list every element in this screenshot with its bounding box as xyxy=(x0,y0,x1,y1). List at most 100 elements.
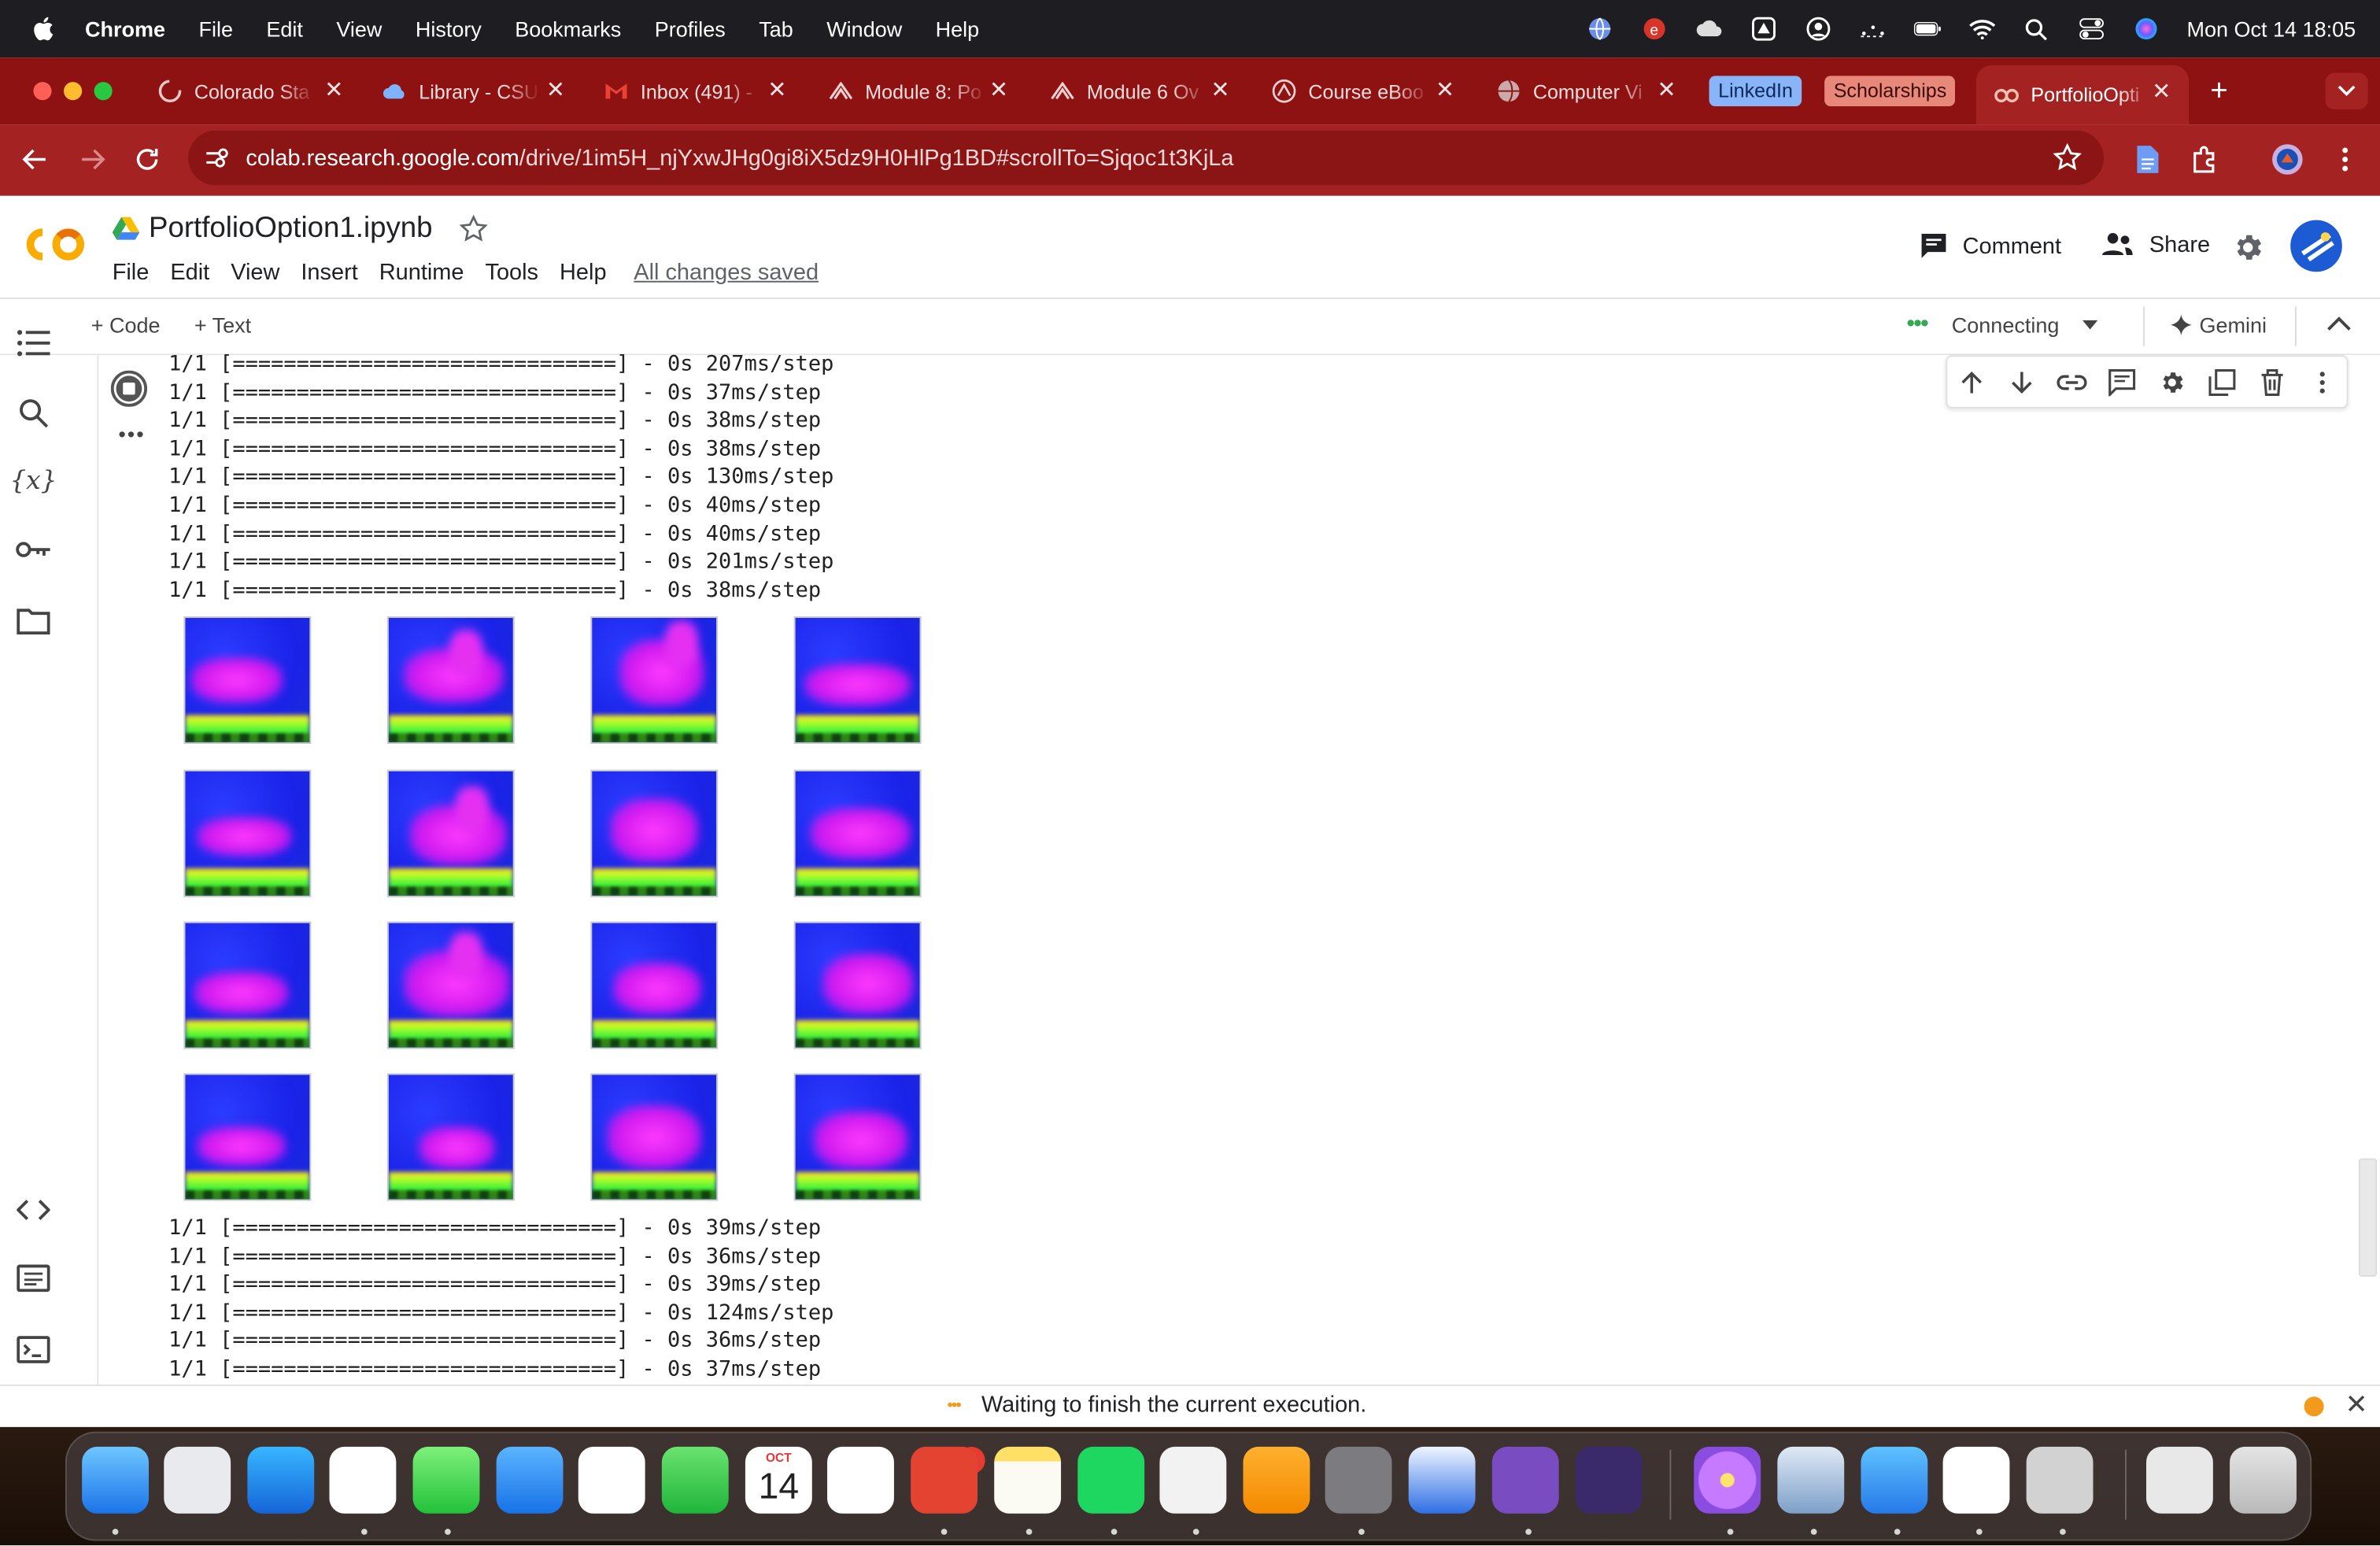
menu-bookmarks[interactable]: Bookmarks xyxy=(515,17,621,41)
docs-extension-button[interactable] xyxy=(2131,142,2164,176)
drive-status-icon[interactable] xyxy=(1750,17,1777,41)
dock-app-spotify[interactable] xyxy=(1077,1446,1145,1514)
mirror-cell-button[interactable] xyxy=(2207,368,2238,398)
dock-app-xcode[interactable] xyxy=(1861,1446,1928,1514)
tab-portfolio-option[interactable]: PortfolioOpti ✕ xyxy=(1975,65,2189,125)
colab-logo-icon[interactable] xyxy=(21,223,88,265)
minimize-window-button[interactable] xyxy=(63,82,83,101)
delete-cell-button[interactable] xyxy=(2257,368,2288,398)
runtime-status-button[interactable]: ••• Connecting xyxy=(1906,312,2098,337)
menu-view[interactable]: View xyxy=(231,260,279,286)
zoom-window-button[interactable] xyxy=(94,82,113,101)
apple-icon[interactable] xyxy=(29,15,57,43)
dock-app-reminders[interactable] xyxy=(827,1446,894,1514)
menu-profiles[interactable]: Profiles xyxy=(655,17,726,41)
menu-edit[interactable]: Edit xyxy=(266,17,303,41)
close-tab-icon[interactable]: ✕ xyxy=(322,78,346,103)
dock-app-system-settings[interactable] xyxy=(1325,1446,1392,1514)
dock-app-mail[interactable] xyxy=(496,1446,564,1514)
account-avatar[interactable] xyxy=(2290,220,2342,272)
tab-inbox[interactable]: Inbox (491) - ✕ xyxy=(604,68,789,114)
clock[interactable]: Mon Oct 14 18:05 xyxy=(2186,17,2356,41)
spotlight-icon[interactable] xyxy=(2023,17,2050,41)
dock-app-pages[interactable] xyxy=(1243,1446,1310,1514)
wifi-icon[interactable] xyxy=(1968,17,1996,41)
globe-status-icon[interactable] xyxy=(1586,17,1613,41)
more-cell-actions-button[interactable] xyxy=(2307,368,2338,398)
close-tab-icon[interactable]: ✕ xyxy=(987,78,1011,103)
menu-window[interactable]: Window xyxy=(826,17,902,41)
cloud-status-icon[interactable] xyxy=(1695,17,1723,41)
dock-app-daisy[interactable] xyxy=(1694,1446,1761,1514)
menu-view[interactable]: View xyxy=(336,17,382,41)
tab-search-button[interactable] xyxy=(2325,72,2368,109)
dock-app-finder[interactable] xyxy=(82,1446,149,1514)
close-window-button[interactable] xyxy=(33,82,52,101)
menu-help[interactable]: Help xyxy=(936,17,980,41)
kernel-busy-indicator[interactable] xyxy=(2304,1396,2324,1417)
close-tab-icon[interactable]: ✕ xyxy=(543,78,567,103)
code-snippets-button[interactable] xyxy=(15,1192,51,1228)
menu-file[interactable]: File xyxy=(198,17,233,41)
close-status-icon[interactable]: ✕ xyxy=(2345,1391,2370,1418)
menu-edit[interactable]: Edit xyxy=(170,260,209,286)
tab-computer-vision[interactable]: Computer Vi ✕ xyxy=(1497,68,1679,114)
gear-icon[interactable] xyxy=(2231,231,2264,264)
stop-execution-icon[interactable] xyxy=(110,370,148,407)
menu-help[interactable]: Help xyxy=(560,260,607,286)
menu-app-name[interactable]: Chrome xyxy=(85,17,165,41)
table-of-contents-button[interactable] xyxy=(15,325,51,361)
add-text-button[interactable]: + Text xyxy=(194,313,251,337)
address-bar[interactable]: colab.research.google.com/drive/1im5H_nj… xyxy=(188,130,2104,186)
tab-module-6[interactable]: Module 6 Ov ✕ xyxy=(1051,68,1232,114)
activity-status-icon[interactable] xyxy=(1859,17,1887,41)
dock-app-zotero[interactable] xyxy=(2026,1446,2094,1514)
dock-app-github-desktop[interactable] xyxy=(1491,1446,1559,1514)
dock-app-preview-photos[interactable] xyxy=(1777,1446,1845,1514)
add-comment-button[interactable] xyxy=(2107,368,2138,398)
save-status-link[interactable]: All changes saved xyxy=(634,260,819,286)
dock-app-chrome[interactable] xyxy=(329,1446,397,1514)
profile-button[interactable] xyxy=(2271,142,2304,176)
close-tab-icon[interactable]: ✕ xyxy=(1208,78,1232,103)
reload-button[interactable] xyxy=(131,142,164,176)
share-button[interactable]: Share xyxy=(2099,231,2210,258)
menu-insert[interactable]: Insert xyxy=(301,260,357,286)
dock-app-notes[interactable] xyxy=(994,1446,1062,1514)
vertical-scrollbar[interactable] xyxy=(2358,1158,2378,1277)
close-tab-icon[interactable]: ✕ xyxy=(2149,80,2174,105)
dock-app-obsidian[interactable] xyxy=(1575,1446,1643,1514)
user-status-icon[interactable] xyxy=(1804,17,1831,41)
siri-icon[interactable] xyxy=(2132,17,2160,41)
control-center-icon[interactable] xyxy=(2078,17,2105,41)
output-actions-icon[interactable]: ••• xyxy=(118,422,145,446)
site-settings-icon[interactable] xyxy=(203,144,231,172)
dock-app-word[interactable] xyxy=(1408,1446,1476,1514)
copy-link-button[interactable] xyxy=(2057,368,2087,398)
dock-app-vs-code[interactable] xyxy=(1942,1446,2010,1514)
close-tab-icon[interactable]: ✕ xyxy=(1433,78,1458,103)
secrets-button[interactable] xyxy=(15,531,51,568)
files-button[interactable] xyxy=(15,603,51,639)
notebook-title[interactable]: PortfolioOption1.ipynb xyxy=(149,213,433,246)
gemini-button[interactable]: Gemini xyxy=(2170,313,2267,337)
tab-module-8[interactable]: Module 8: Po ✕ xyxy=(829,68,1011,114)
dock-app-facetime[interactable] xyxy=(661,1446,729,1514)
variables-button[interactable]: {x} xyxy=(9,463,57,499)
menu-history[interactable]: History xyxy=(416,17,482,41)
dock-app-photos[interactable] xyxy=(578,1446,645,1514)
dock-app-trash[interactable] xyxy=(2230,1446,2297,1514)
extensions-button[interactable] xyxy=(2189,142,2222,176)
dock-app-preview[interactable] xyxy=(1159,1446,1227,1514)
tab-group-scholarships[interactable]: Scholarships xyxy=(1824,76,1956,106)
forward-button[interactable] xyxy=(76,142,109,176)
close-tab-icon[interactable]: ✕ xyxy=(765,78,789,103)
menu-tools[interactable]: Tools xyxy=(485,260,538,286)
dock-app-launchpad[interactable] xyxy=(164,1446,231,1514)
back-button[interactable] xyxy=(18,142,51,176)
close-tab-icon[interactable]: ✕ xyxy=(1654,78,1679,103)
tab-course-ebook[interactable]: Course eBoo ✕ xyxy=(1272,68,1457,114)
app-status-icon[interactable]: e xyxy=(1640,17,1668,41)
tab-library[interactable]: Library - CSU ✕ xyxy=(382,68,567,114)
command-palette-button[interactable] xyxy=(15,1260,51,1296)
